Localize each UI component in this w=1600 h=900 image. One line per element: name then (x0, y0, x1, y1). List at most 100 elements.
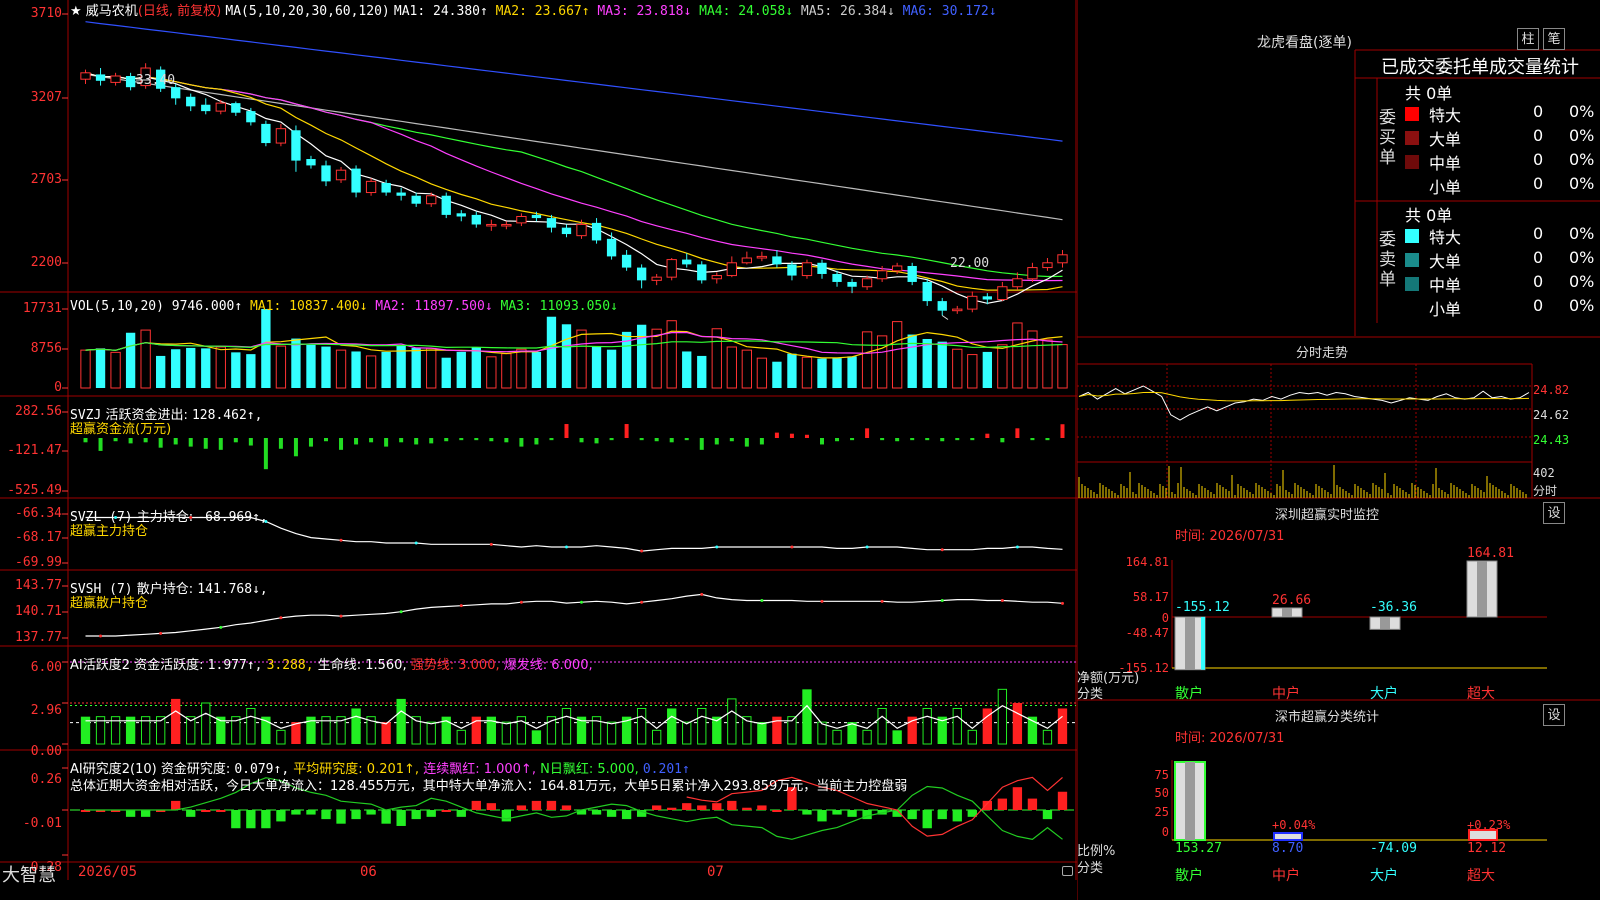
svzj-bar (1045, 438, 1050, 441)
research-summary: 总体近期大资金相对活跃，今日大单净流入：128.455万元，其中特大单净流入：1… (70, 779, 908, 794)
volume-bar (531, 351, 542, 388)
sc-pct-label: +0.23% (1467, 818, 1511, 832)
svzj-bar (384, 438, 389, 447)
sc-bar (1273, 832, 1303, 841)
sell-order-percent: 0% (1569, 224, 1595, 243)
svzj-bar (639, 438, 644, 441)
svzj-bar (534, 438, 539, 445)
candle-body (697, 264, 707, 281)
buy-order-count: 0 (1533, 126, 1544, 145)
research-bar (546, 800, 557, 810)
candle-body (967, 295, 978, 310)
sz-bar-shade (1380, 617, 1390, 630)
intraday-y-label: 24.43 (1533, 433, 1570, 447)
svzj-bar (699, 438, 704, 450)
svsh-dot (580, 600, 584, 604)
ma5-line (85, 73, 1063, 221)
sz-settings-button[interactable]: 设 (1543, 502, 1565, 524)
bar-view-button[interactable]: 柱 (1517, 28, 1539, 50)
lock-icon[interactable] (1062, 866, 1073, 876)
sc-time: 时间: 2026/07/31 (1175, 731, 1285, 746)
research-bar (396, 810, 406, 826)
candle-body (231, 103, 241, 113)
sell-order-count: 0 (1533, 272, 1544, 291)
candle-body (275, 128, 287, 144)
candle-body (922, 281, 932, 302)
svzj-bar (955, 438, 960, 441)
candle-body (321, 165, 331, 182)
svzj-bar (293, 438, 298, 457)
svzj-bar (564, 424, 569, 438)
candle-body (95, 74, 106, 81)
buy-order-row: 中单 0 0% (1401, 150, 1600, 174)
price-header: ★ 威马农机(日线, 前复权) MA(5,10,20,30,60,120) MA… (70, 0, 997, 19)
volume-bar (561, 324, 572, 388)
sell-order-count: 0 (1533, 224, 1544, 243)
svzj-bar (609, 438, 614, 441)
volume-bar (335, 349, 347, 389)
volume-bar (426, 347, 437, 389)
svzj-y-label: -121.47 (7, 443, 62, 458)
candle-body (186, 96, 196, 107)
buy-order-name: 小单 (1429, 178, 1462, 197)
sz-bar-shade (1477, 561, 1487, 617)
svzj-bar (444, 438, 449, 442)
period-mode[interactable]: (日线, 前复权) (138, 4, 221, 19)
high-price-mark: 33.40 (136, 73, 176, 88)
activity-bar (847, 722, 857, 744)
buy-order-row: 特大 0 0% (1401, 102, 1600, 126)
sz-value-label: 164.81 (1467, 546, 1514, 561)
svzl-dot (489, 542, 493, 546)
research-bar (321, 810, 331, 820)
svzj-bar (895, 438, 900, 442)
buy-order-percent: 0% (1569, 150, 1595, 169)
main-chart-area[interactable]: ★ 威马农机(日线, 前复权) MA(5,10,20,30,60,120) MA… (0, 0, 1077, 886)
candle-body (817, 262, 827, 274)
volume-bar (306, 344, 316, 388)
main-chart-svg[interactable] (0, 0, 1077, 880)
buy-order-block: 委买单 共 0单 特大 0 0% 大单 0 0% 中单 0 0% 小单 0 0% (1377, 80, 1600, 200)
candle-body (1012, 278, 1023, 288)
sc-y-label: 25 (1154, 805, 1169, 819)
activity-bar (426, 721, 436, 745)
svsh-y-label: 140.71 (15, 604, 62, 619)
sc-axis-label: 分类 (1077, 861, 1104, 876)
activity-bar (802, 689, 812, 744)
sz-category-label: 中户 (1272, 686, 1300, 702)
svzj-bar (369, 438, 374, 443)
candle-body (891, 265, 903, 272)
volume-bar (186, 347, 196, 388)
svzj-bar (354, 438, 359, 445)
activity-bar (1057, 708, 1068, 744)
candle-body (125, 76, 136, 88)
svzl-dot (414, 541, 418, 545)
volume-bar (726, 346, 737, 389)
volume-bar (486, 356, 497, 389)
candle-body (546, 218, 557, 228)
sc-category-label: 散户 (1175, 868, 1203, 884)
favorite-star-icon[interactable]: ★ (70, 4, 82, 19)
activity-bar (967, 729, 977, 745)
candle-body (666, 259, 677, 278)
activity-bar (1012, 703, 1023, 744)
svsh-dot (1060, 601, 1064, 605)
date-label-jun: 06 (360, 864, 377, 880)
research-bar (381, 810, 391, 824)
sc-settings-button[interactable]: 设 (1543, 704, 1565, 726)
candle-body (756, 255, 768, 259)
activity-bar (291, 722, 301, 744)
activity-bar (246, 707, 256, 745)
svzj-bar (203, 438, 208, 449)
sell-order-name: 小单 (1429, 300, 1462, 319)
pen-view-button[interactable]: 笔 (1543, 28, 1565, 50)
candle-body (606, 238, 617, 257)
candle-body (516, 215, 527, 224)
candle-body (1027, 267, 1038, 280)
volume-bar (365, 355, 377, 389)
candle-body (982, 296, 992, 300)
research-bar (832, 810, 842, 815)
volume-bar (606, 349, 617, 388)
volume-bar (80, 349, 91, 389)
research-bar (742, 807, 752, 810)
activity-bar (667, 708, 677, 744)
